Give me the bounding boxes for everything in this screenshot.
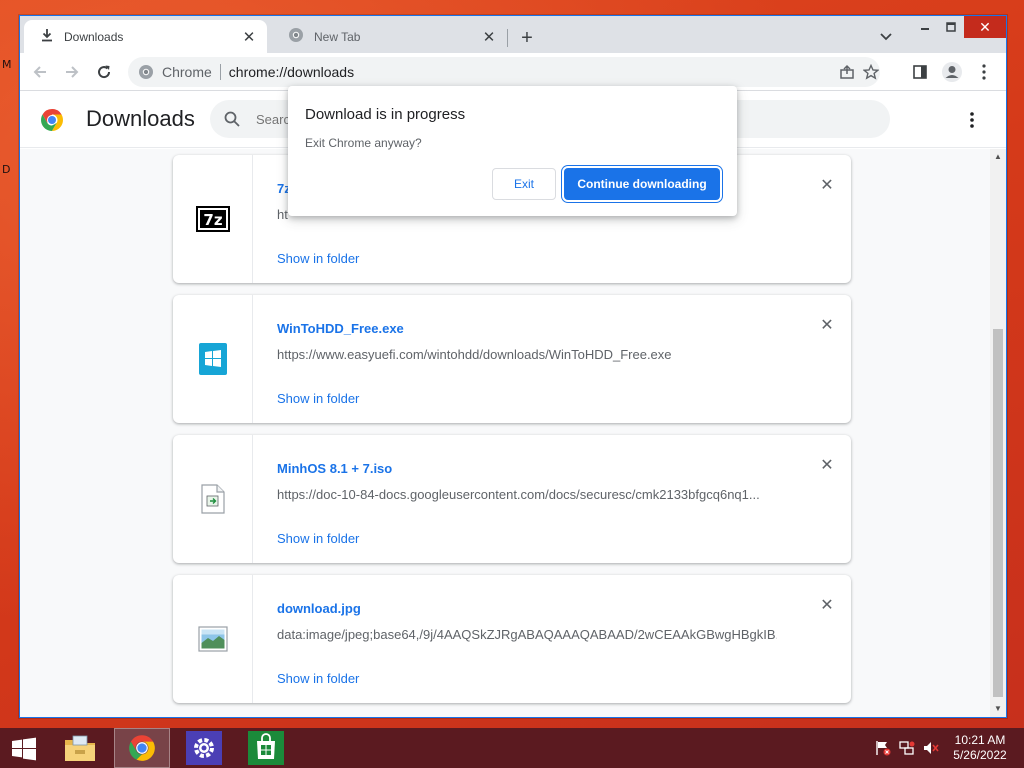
url-text[interactable]: chrome://downloads [229,64,354,80]
taskbar: 10:21 AM 5/26/2022 [0,728,1024,768]
download-item: MinhOS 8.1 + 7.iso https://doc-10-84-doc… [173,435,851,563]
site-label: Chrome [162,64,212,80]
taskbar-file-explorer[interactable] [52,728,108,768]
close-window-button[interactable]: ✕ [964,16,1006,38]
file-name-link[interactable]: MinhOS 8.1 + 7.iso [277,461,392,476]
clock-date: 5/26/2022 [953,748,1007,762]
scrollbar[interactable]: ▲ ▼ [990,149,1006,717]
search-icon[interactable] [222,109,242,129]
maximize-button[interactable] [938,16,964,38]
reload-icon[interactable] [90,58,118,86]
chrome-icon [288,27,304,46]
file-icon-column [173,295,253,423]
address-bar[interactable]: Chrome chrome://downloads [128,57,880,87]
scroll-up-arrow-icon[interactable]: ▲ [994,152,1002,161]
taskbar-store[interactable] [238,728,294,768]
side-panel-icon[interactable] [906,58,934,86]
continue-downloading-button[interactable]: Continue downloading [564,168,720,200]
show-in-folder-link[interactable]: Show in folder [277,391,359,406]
share-icon[interactable] [834,57,860,87]
image-file-icon [197,626,228,652]
remove-close-icon[interactable]: ✕ [815,453,839,477]
dialog-title: Download is in progress [305,106,466,123]
chrome-window: Downloads ✕ New Tab ✕ + ✕ Chrome chrome:… [19,15,1007,718]
file-source-url[interactable]: https://doc-10-84-docs.googleusercontent… [277,487,777,502]
system-clock[interactable]: 10:21 AM 5/26/2022 [948,733,1012,763]
taskbar-chrome[interactable] [114,728,170,768]
download-icon [40,28,54,45]
new-tab-button[interactable]: + [514,25,540,51]
settings-icon [186,731,222,765]
forward-arrow-icon[interactable] [58,58,86,86]
chrome-icon [129,735,155,761]
file-source-url[interactable]: https://www.easyuefi.com/wintohdd/downlo… [277,347,777,362]
download-item: download.jpg data:image/jpeg;base64,/9j/… [173,575,851,703]
back-arrow-icon[interactable] [26,58,54,86]
close-tab-icon[interactable]: ✕ [477,25,501,49]
profile-avatar-icon[interactable] [938,58,966,86]
downloads-list: 7z 7z ht Show in folder ✕ WinToHDD_Free.… [20,149,990,717]
network-icon[interactable] [898,740,916,756]
svg-text:7z: 7z [203,211,222,229]
tab-title: Downloads [64,29,124,44]
browser-menu-icon[interactable] [970,58,998,86]
file-source-url[interactable]: data:image/jpeg;base64,/9j/4AAQSkZJRgABA… [277,627,777,642]
scroll-down-arrow-icon[interactable]: ▼ [994,704,1002,713]
remove-close-icon[interactable]: ✕ [815,173,839,197]
file-icon-column [173,575,253,703]
volume-muted-icon[interactable] [922,740,940,756]
site-info[interactable]: Chrome [138,64,212,80]
omnibox-divider [219,64,221,80]
file-name-link[interactable]: WinToHDD_Free.exe [277,321,404,336]
file-icon-column: 7z [173,155,253,283]
close-tab-icon[interactable]: ✕ [237,25,261,49]
exit-button[interactable]: Exit [492,168,556,200]
disc-image-file-icon [200,484,225,514]
desktop-icon-label-m: M [2,58,12,71]
tab-search-chevron-icon[interactable] [874,25,898,49]
show-in-folder-link[interactable]: Show in folder [277,531,359,546]
more-actions-icon[interactable] [960,108,984,132]
tab-title: New Tab [314,29,361,44]
dialog-message: Exit Chrome anyway? [305,136,422,150]
bookmark-star-icon[interactable] [858,57,884,87]
start-windows-icon[interactable] [8,736,40,762]
tab-new-tab[interactable]: New Tab ✕ [272,20,507,53]
store-icon [248,731,284,765]
remove-close-icon[interactable]: ✕ [815,313,839,337]
tab-downloads[interactable]: Downloads ✕ [24,20,267,53]
scrollbar-thumb[interactable] [993,329,1003,697]
minimize-button[interactable] [912,16,938,38]
tab-separator [507,29,508,47]
clock-time: 10:21 AM [954,733,1006,747]
show-in-folder-link[interactable]: Show in folder [277,671,359,686]
action-center-flag-icon[interactable] [874,740,892,756]
page-title: Downloads [86,106,195,131]
file-explorer-icon [65,735,95,761]
taskbar-settings[interactable] [176,728,232,768]
exit-confirmation-dialog: Download is in progress Exit Chrome anyw… [288,86,737,216]
remove-close-icon[interactable]: ✕ [815,593,839,617]
download-item: WinToHDD_Free.exe https://www.easyuefi.c… [173,295,851,423]
7z-file-icon: 7z [195,206,230,232]
file-name-link[interactable]: download.jpg [277,601,361,616]
show-in-folder-link[interactable]: Show in folder [277,251,359,266]
windows-exe-icon [198,343,227,375]
tab-strip: Downloads ✕ New Tab ✕ + ✕ [20,16,1006,53]
file-icon-column [173,435,253,563]
desktop-icon-label-d: D [2,163,11,176]
chrome-logo-icon [41,109,63,131]
chrome-icon [139,65,153,79]
